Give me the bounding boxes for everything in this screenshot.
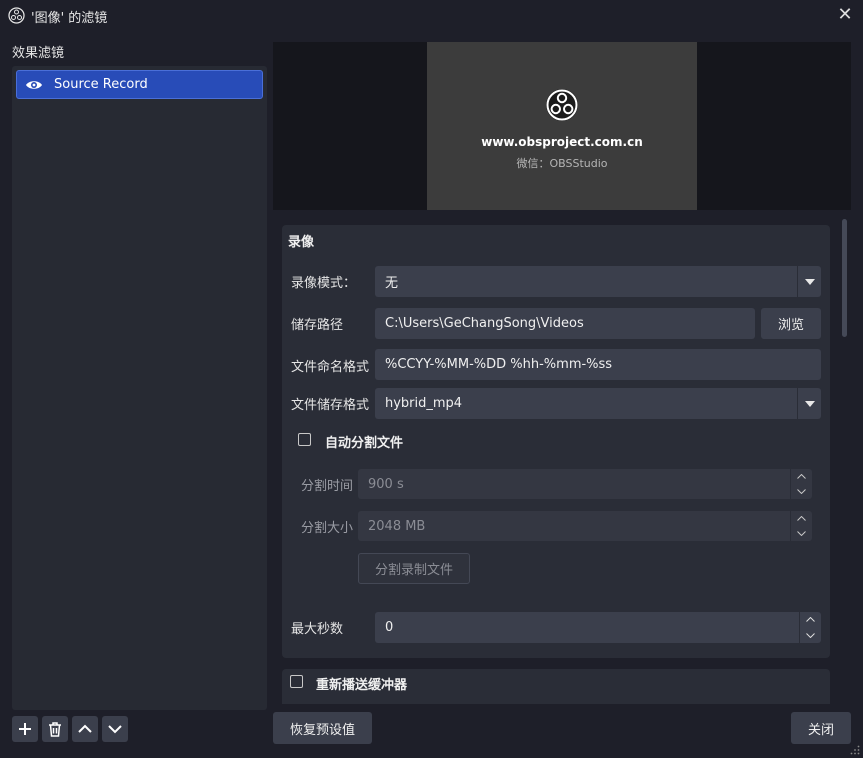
window-title: '图像' 的滤镜 xyxy=(31,11,108,26)
max-seconds-stepper[interactable] xyxy=(799,612,821,643)
replay-buffer-checkbox[interactable] xyxy=(290,675,303,688)
record-mode-select[interactable]: 无 xyxy=(375,266,821,297)
preview-wechat-text: 微信：OBSStudio xyxy=(516,157,608,170)
settings-scrollbar-thumb[interactable] xyxy=(842,219,847,337)
split-time-spinbox[interactable]: 900 s xyxy=(358,469,812,499)
split-size-value: 2048 MB xyxy=(368,518,426,534)
max-seconds-spinbox[interactable]: 0 xyxy=(375,612,821,643)
title-bar: '图像' 的滤镜 ✕ xyxy=(0,0,863,31)
filename-format-label: 文件命名格式 xyxy=(291,360,370,375)
chevron-up-icon[interactable] xyxy=(791,469,812,484)
auto-split-checkbox[interactable] xyxy=(298,433,311,446)
split-size-stepper[interactable] xyxy=(790,511,812,541)
record-mode-value: 无 xyxy=(385,276,399,291)
obs-logo-icon xyxy=(546,89,578,121)
filename-format-value: %CCYY-%MM-%DD %hh-%mm-%ss xyxy=(385,357,613,372)
browse-button[interactable]: 浏览 xyxy=(761,308,821,339)
filter-settings-panel[interactable]: 录像 录像模式： 无 储存路径 C:\Users\GeChangSong\Vid… xyxy=(273,212,851,704)
replay-buffer-label: 重新播送缓冲器 xyxy=(316,678,408,693)
filter-item-label: Source Record xyxy=(54,77,148,92)
chevron-up-icon[interactable] xyxy=(800,612,821,628)
reset-defaults-button[interactable]: 恢复预设值 xyxy=(273,712,372,744)
chevron-up-icon[interactable] xyxy=(791,511,812,526)
save-path-input[interactable]: C:\Users\GeChangSong\Videos xyxy=(375,308,755,339)
file-format-value: hybrid_mp4 xyxy=(385,396,463,411)
recording-group-title: 录像 xyxy=(288,235,315,250)
split-time-value: 900 s xyxy=(368,476,404,492)
plus-icon xyxy=(19,723,31,735)
move-filter-down-button[interactable] xyxy=(102,716,128,742)
split-size-label: 分割大小 xyxy=(301,521,354,536)
preview-image: www.obsproject.com.cn 微信：OBSStudio xyxy=(427,42,697,210)
file-format-select[interactable]: hybrid_mp4 xyxy=(375,388,821,419)
save-path-label: 储存路径 xyxy=(291,318,344,333)
obs-logo-icon xyxy=(8,7,25,24)
filter-item-source-record[interactable]: Source Record xyxy=(16,70,263,99)
replay-buffer-group: 重新播送缓冲器 xyxy=(282,669,830,704)
file-format-label: 文件储存格式 xyxy=(291,398,370,413)
max-seconds-value: 0 xyxy=(385,620,394,635)
source-preview: www.obsproject.com.cn 微信：OBSStudio xyxy=(273,42,851,210)
preview-url-text: www.obsproject.com.cn xyxy=(481,135,643,149)
filter-toolbar xyxy=(12,716,128,742)
max-seconds-label: 最大秒数 xyxy=(291,622,344,637)
eye-icon[interactable] xyxy=(25,79,43,91)
split-time-stepper[interactable] xyxy=(790,469,812,499)
split-size-spinbox[interactable]: 2048 MB xyxy=(358,511,812,541)
window-close-icon[interactable]: ✕ xyxy=(835,5,855,25)
split-recording-button[interactable]: 分割录制文件 xyxy=(358,553,470,584)
remove-filter-button[interactable] xyxy=(42,716,68,742)
effect-filters-label: 效果滤镜 xyxy=(12,46,65,61)
move-filter-up-button[interactable] xyxy=(72,716,98,742)
chevron-down-icon[interactable] xyxy=(800,628,821,644)
filename-format-input[interactable]: %CCYY-%MM-%DD %hh-%mm-%ss xyxy=(375,349,821,380)
chevron-down-icon[interactable] xyxy=(797,266,821,297)
resize-grip-icon[interactable] xyxy=(850,745,860,755)
add-filter-button[interactable] xyxy=(12,716,38,742)
trash-icon xyxy=(49,721,61,737)
record-mode-label: 录像模式： xyxy=(291,276,357,291)
save-path-value: C:\Users\GeChangSong\Videos xyxy=(385,316,584,331)
chevron-down-icon[interactable] xyxy=(797,388,821,419)
close-button[interactable]: 关闭 xyxy=(791,712,851,744)
chevron-down-icon[interactable] xyxy=(791,484,812,499)
split-time-label: 分割时间 xyxy=(301,479,354,494)
chevron-up-icon xyxy=(78,724,92,733)
filter-list[interactable]: Source Record xyxy=(12,66,267,710)
chevron-down-icon xyxy=(108,725,122,734)
chevron-down-icon[interactable] xyxy=(791,526,812,541)
recording-group: 录像 录像模式： 无 储存路径 C:\Users\GeChangSong\Vid… xyxy=(282,225,830,658)
auto-split-label: 自动分割文件 xyxy=(325,436,404,451)
